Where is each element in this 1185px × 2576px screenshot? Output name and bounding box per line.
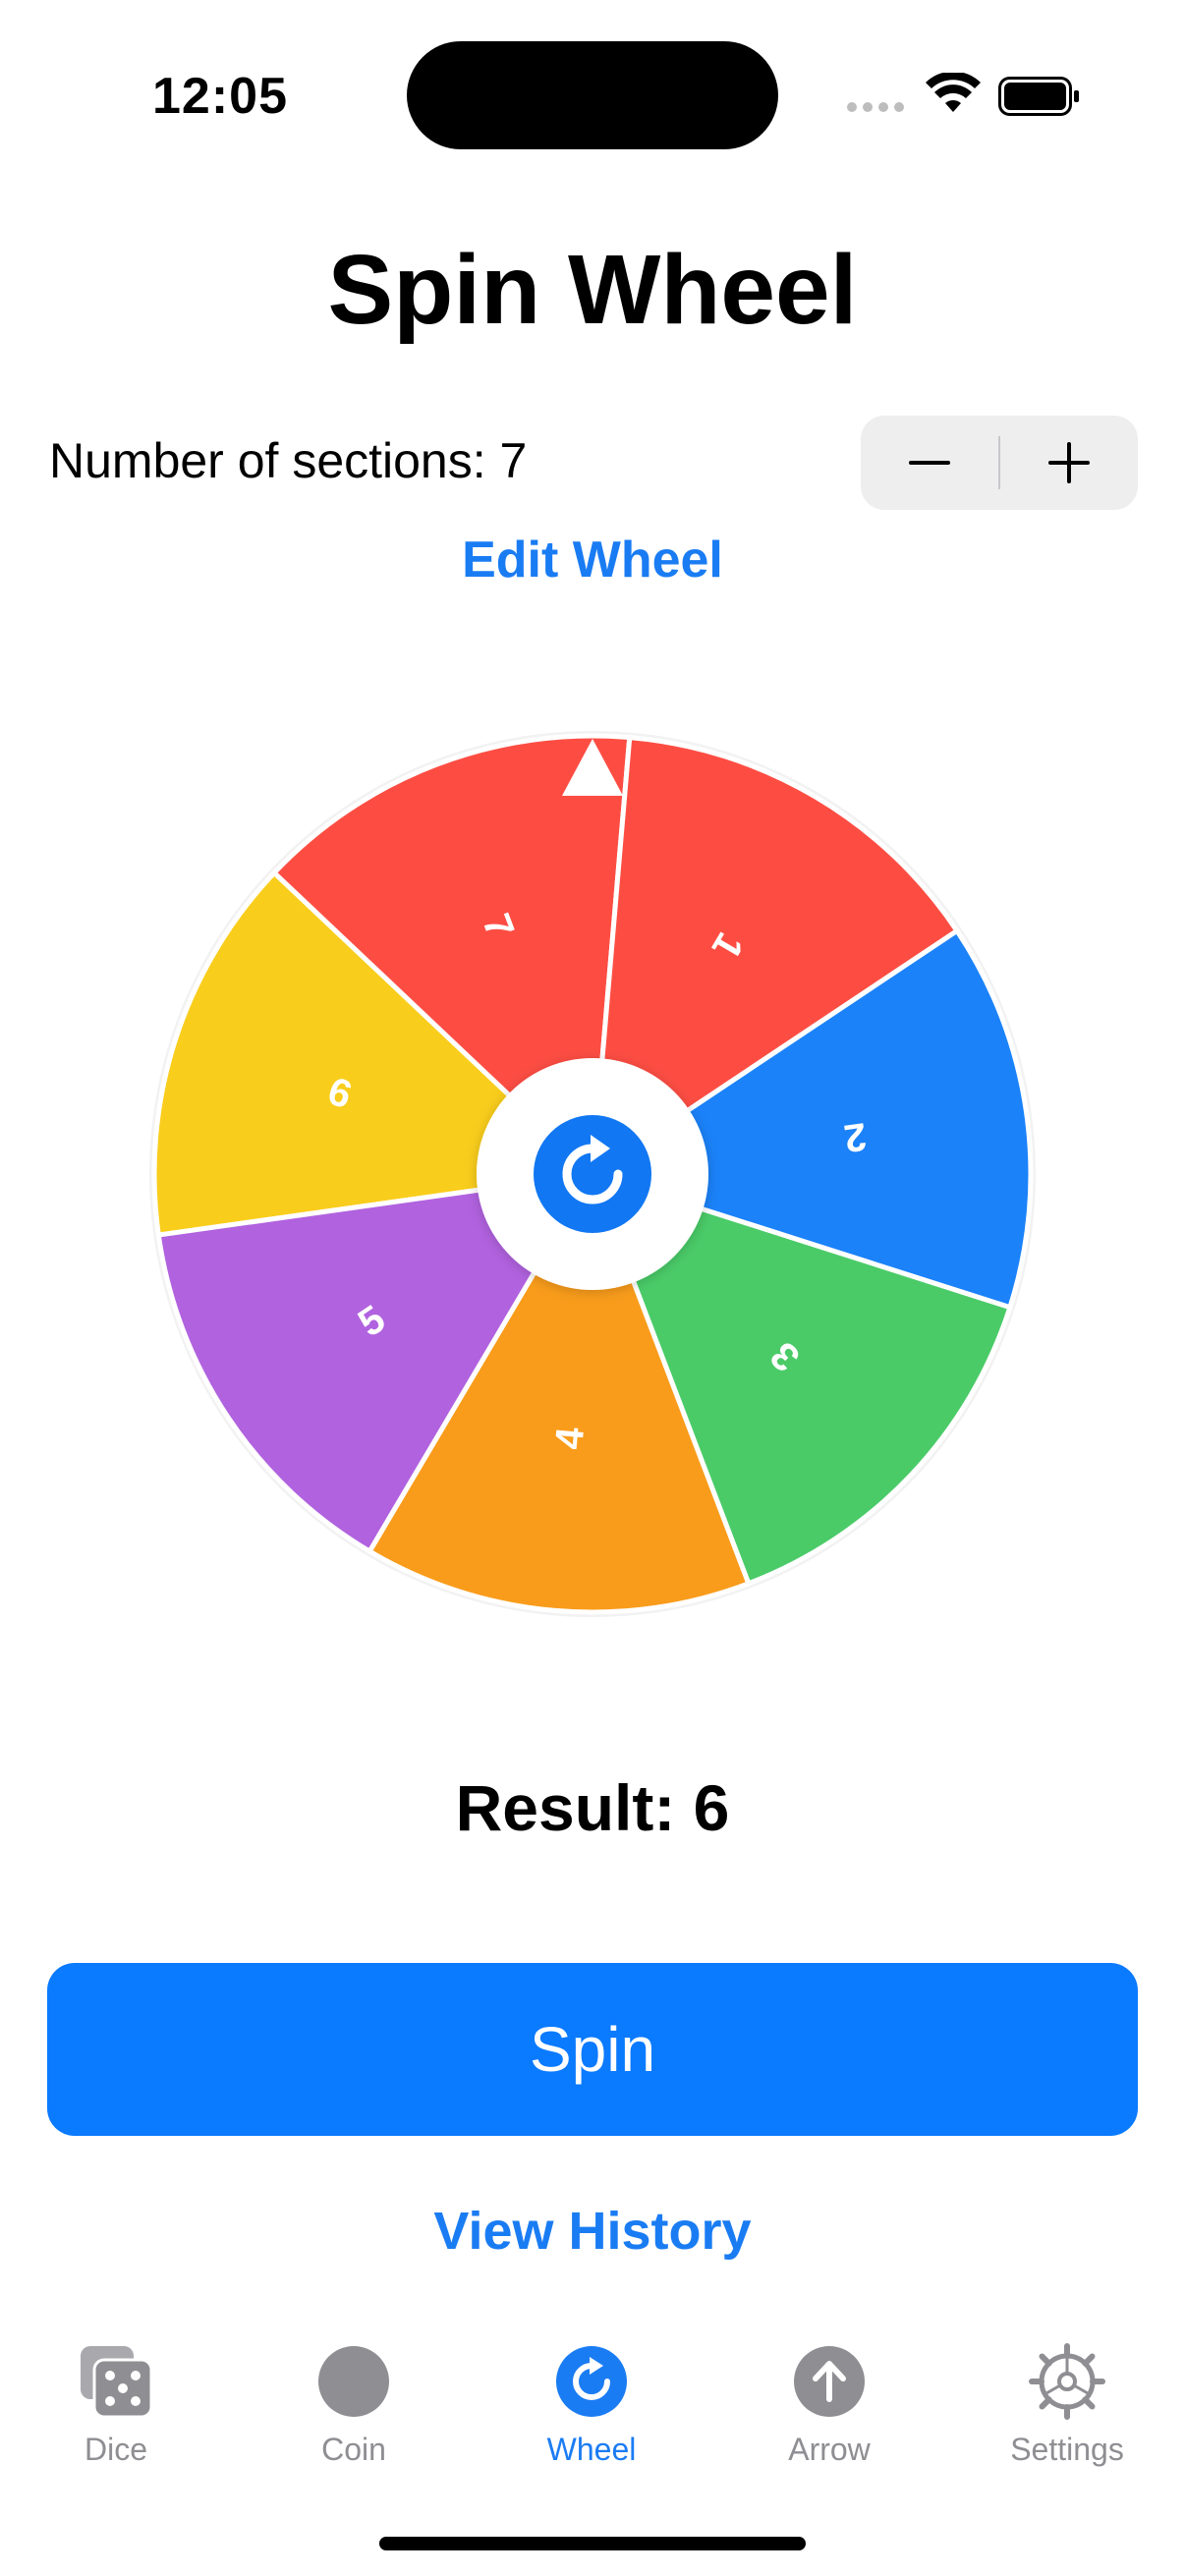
tab-coin[interactable]: Coin — [265, 2342, 442, 2468]
tab-label: Dice — [84, 2432, 147, 2467]
arrow-up-icon — [794, 2346, 865, 2417]
wheel-icon — [556, 2346, 627, 2417]
sections-count-label: Number of sections: 7 — [49, 433, 528, 488]
coin-icon — [318, 2346, 389, 2417]
minus-icon — [909, 461, 950, 465]
gear-icon — [1029, 2343, 1105, 2420]
page-title: Spin Wheel — [327, 235, 858, 345]
tab-arrow[interactable]: Arrow — [741, 2342, 918, 2468]
view-history-link[interactable]: View History — [0, 2201, 1185, 2262]
battery-icon — [998, 77, 1079, 116]
tab-settings[interactable]: Settings — [979, 2342, 1156, 2468]
plus-icon — [1048, 442, 1090, 483]
tab-label: Coin — [321, 2432, 386, 2467]
spin-wheel[interactable]: 6712345 — [147, 729, 1038, 1619]
tab-dice[interactable]: Dice — [28, 2342, 204, 2468]
decrement-button[interactable] — [861, 416, 998, 510]
rotate-icon[interactable] — [534, 1115, 651, 1233]
edit-wheel-link[interactable]: Edit Wheel — [0, 531, 1185, 589]
tab-label: Settings — [1010, 2432, 1124, 2467]
home-indicator — [379, 2537, 806, 2550]
status-time: 12:05 — [152, 68, 288, 125]
spin-button[interactable]: Spin — [47, 1963, 1138, 2136]
tab-label: Wheel — [546, 2432, 637, 2467]
tab-label: Arrow — [788, 2432, 871, 2467]
dynamic-island — [407, 41, 778, 149]
wheel-graphic: 67 12345 — [149, 731, 1036, 1617]
tab-wheel[interactable]: Wheel — [503, 2342, 680, 2468]
increment-button[interactable] — [1000, 416, 1138, 510]
wheel-segment-label: 4 — [547, 1425, 592, 1451]
cellular-signal-icon — [847, 102, 904, 112]
result-label: Result: 6 — [455, 1771, 730, 1844]
dice-icon — [81, 2346, 153, 2419]
wifi-icon — [926, 73, 981, 112]
sections-stepper[interactable] — [861, 416, 1138, 510]
